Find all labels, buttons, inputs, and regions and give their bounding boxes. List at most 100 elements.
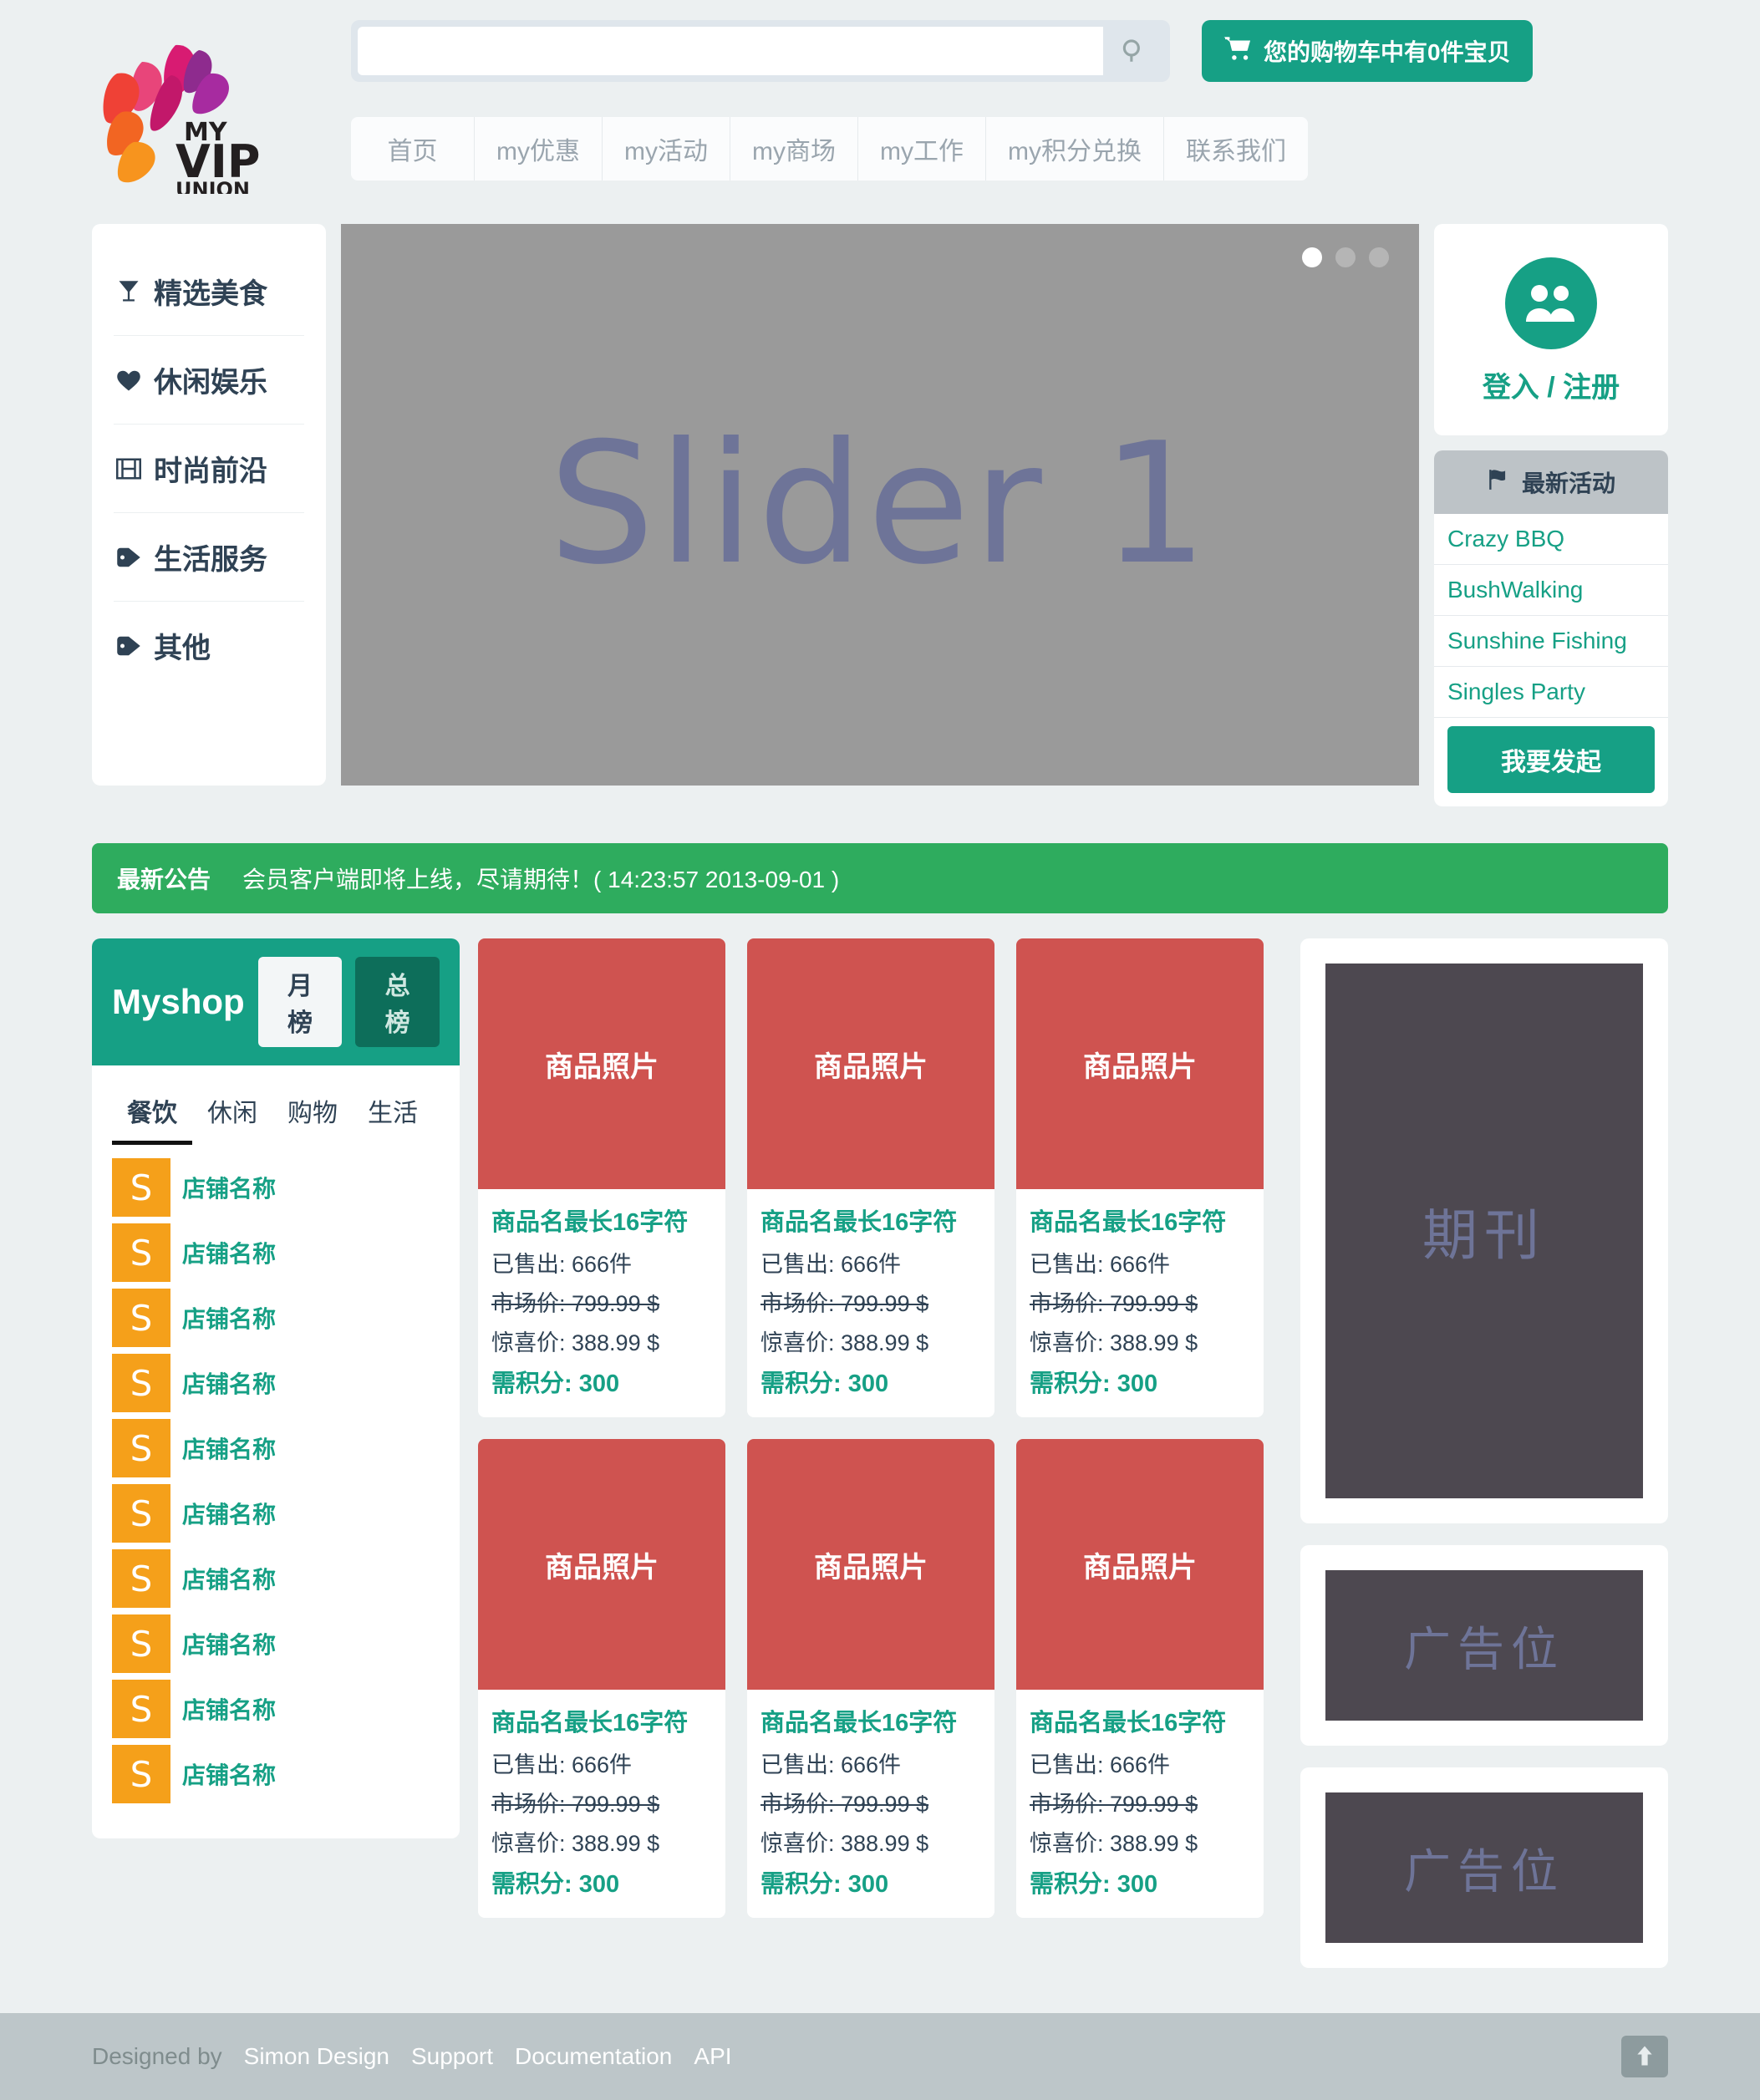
shop-logo: S (112, 1158, 170, 1217)
product-points: 需积分: 300 (491, 1871, 620, 1898)
list-item[interactable]: S 店铺名称 (112, 1745, 440, 1803)
content-row: Myshop 月榜 总榜 餐饮 休闲 购物 生活 S 店铺名称 S 店铺名称 S… (0, 913, 1760, 1968)
myshop-tabs: 餐饮 休闲 购物 生活 (92, 1065, 460, 1145)
nav-item-mall[interactable]: my商场 (730, 117, 858, 181)
product-points: 需积分: 300 (760, 1871, 889, 1898)
tab-shopping[interactable]: 购物 (272, 1087, 353, 1145)
ad-placeholder: 广告位 (1325, 1792, 1643, 1943)
sidebar-item-fashion[interactable]: 时尚前沿 (92, 425, 326, 512)
product-card[interactable]: 商品照片 商品名最长16字符 已售出: 666件 市场价: 799.99 $ 惊… (478, 1439, 725, 1918)
sidebar-item-food[interactable]: 精选美食 (92, 247, 326, 335)
announcement-title: 最新公告 (117, 867, 211, 892)
product-photo: 商品照片 (747, 1439, 994, 1690)
nav-item-home[interactable]: 首页 (351, 117, 475, 181)
product-body: 商品名最长16字符 已售出: 666件 市场价: 799.99 $ 惊喜价: 3… (1016, 1690, 1264, 1918)
list-item[interactable]: S 店铺名称 (112, 1484, 440, 1543)
product-sold: 已售出: 666件 (760, 1752, 902, 1777)
footer-link-support[interactable]: Support (411, 2043, 493, 2070)
footer-link-documentation[interactable]: Documentation (515, 2043, 672, 2070)
tab-life[interactable]: 生活 (353, 1087, 433, 1145)
nav-item-activities[interactable]: my活动 (603, 117, 730, 181)
footer-designed-by: Designed by (92, 2043, 222, 2069)
activity-item[interactable]: Singles Party (1434, 667, 1668, 718)
product-sold: 已售出: 666件 (1030, 1752, 1171, 1777)
journal-card[interactable]: 期刊 (1300, 938, 1668, 1523)
product-photo: 商品照片 (1016, 938, 1264, 1189)
ad-card-1[interactable]: 广告位 (1300, 1545, 1668, 1746)
shop-name: 店铺名称 (182, 1176, 277, 1202)
nav-item-work[interactable]: my工作 (858, 117, 986, 181)
search-input[interactable] (358, 27, 1103, 75)
product-sale-price: 惊喜价: 388.99 $ (1030, 1831, 1198, 1856)
list-item[interactable]: S 店铺名称 (112, 1614, 440, 1673)
login-register-card[interactable]: 登入 / 注册 (1434, 224, 1668, 435)
users-icon (1505, 257, 1597, 349)
journal-placeholder: 期刊 (1325, 964, 1643, 1498)
myshop-title: Myshop (112, 982, 245, 1021)
list-item[interactable]: S 店铺名称 (112, 1419, 440, 1477)
slider-dot-3[interactable] (1369, 247, 1389, 267)
shop-name: 店铺名称 (182, 1632, 277, 1658)
hero-slider[interactable]: Slider 1 (341, 224, 1419, 786)
activity-item[interactable]: BushWalking (1434, 565, 1668, 616)
heart-icon (114, 369, 144, 392)
list-item[interactable]: S 店铺名称 (112, 1680, 440, 1738)
shop-name: 店铺名称 (182, 1241, 277, 1267)
product-market-price: 市场价: 799.99 $ (491, 1291, 660, 1316)
tab-leisure[interactable]: 休闲 (192, 1087, 272, 1145)
activity-item[interactable]: Crazy BBQ (1434, 514, 1668, 565)
product-card[interactable]: 商品照片 商品名最长16字符 已售出: 666件 市场价: 799.99 $ 惊… (747, 938, 994, 1417)
sidebar-item-leisure[interactable]: 休闲娱乐 (92, 336, 326, 424)
product-photo: 商品照片 (747, 938, 994, 1189)
nav-item-points-exchange[interactable]: my积分兑换 (986, 117, 1164, 181)
shop-name: 店铺名称 (182, 1697, 277, 1723)
tag-icon (114, 635, 144, 657)
sidebar-item-label: 其他 (154, 633, 211, 664)
list-item[interactable]: S 店铺名称 (112, 1223, 440, 1282)
sidebar-item-label: 休闲娱乐 (154, 367, 267, 399)
sidebar-item-life-services[interactable]: 生活服务 (92, 513, 326, 601)
list-item[interactable]: S 店铺名称 (112, 1289, 440, 1347)
start-activity-button[interactable]: 我要发起 (1447, 726, 1655, 793)
sidebar-item-label: 生活服务 (154, 544, 267, 576)
product-points: 需积分: 300 (760, 1370, 889, 1397)
ad-card-2[interactable]: 广告位 (1300, 1767, 1668, 1968)
search-button[interactable] (1103, 27, 1163, 75)
category-sidebar: 精选美食 休闲娱乐 时尚前沿 生活服务 其他 (92, 224, 326, 786)
cart-button[interactable]: 您的购物车中有0件宝贝 (1202, 20, 1533, 82)
shop-logo: S (112, 1419, 170, 1477)
latest-activities-title: 最新活动 (1521, 470, 1615, 496)
product-card[interactable]: 商品照片 商品名最长16字符 已售出: 666件 市场价: 799.99 $ 惊… (478, 938, 725, 1417)
announcement-bar: 最新公告 会员客户端即将上线，尽请期待！( 14:23:57 2013-09-0… (92, 843, 1668, 913)
rank-month-button[interactable]: 月榜 (257, 957, 343, 1047)
shop-logo: S (112, 1680, 170, 1738)
shop-name: 店铺名称 (182, 1567, 277, 1593)
product-card[interactable]: 商品照片 商品名最长16字符 已售出: 666件 市场价: 799.99 $ 惊… (1016, 938, 1264, 1417)
product-grid: 商品照片 商品名最长16字符 已售出: 666件 市场价: 799.99 $ 惊… (478, 938, 1282, 1918)
tab-dining[interactable]: 餐饮 (112, 1087, 192, 1145)
slider-dot-2[interactable] (1335, 247, 1356, 267)
product-body: 商品名最长16字符 已售出: 666件 市场价: 799.99 $ 惊喜价: 3… (478, 1690, 725, 1918)
activity-item[interactable]: Sunshine Fishing (1434, 616, 1668, 667)
scroll-to-top-button[interactable] (1621, 2036, 1668, 2077)
rank-total-button[interactable]: 总榜 (355, 957, 440, 1047)
list-item[interactable]: S 店铺名称 (112, 1354, 440, 1412)
footer-author-link[interactable]: Simon Design (244, 2043, 389, 2070)
slider-dot-1[interactable] (1302, 247, 1322, 267)
product-card[interactable]: 商品照片 商品名最长16字符 已售出: 666件 市场价: 799.99 $ 惊… (1016, 1439, 1264, 1918)
top-row: 精选美食 休闲娱乐 时尚前沿 生活服务 其他 Slider 1 登入 / 注册 … (0, 224, 1760, 806)
product-sale-price: 惊喜价: 388.99 $ (491, 1831, 660, 1856)
brand-logo[interactable]: MY VIP UNION (92, 35, 276, 194)
product-points: 需积分: 300 (491, 1370, 620, 1397)
product-name: 商品名最长16字符 (760, 1209, 958, 1236)
list-item[interactable]: S 店铺名称 (112, 1158, 440, 1217)
product-sale-price: 惊喜价: 388.99 $ (491, 1330, 660, 1355)
cart-label: 您的购物车中有0件宝贝 (1264, 39, 1511, 65)
logo-area[interactable]: MY VIP UNION (92, 20, 343, 194)
nav-item-contact[interactable]: 联系我们 (1164, 117, 1308, 181)
product-card[interactable]: 商品照片 商品名最长16字符 已售出: 666件 市场价: 799.99 $ 惊… (747, 1439, 994, 1918)
nav-item-deals[interactable]: my优惠 (475, 117, 603, 181)
footer-link-api[interactable]: API (694, 2043, 731, 2070)
sidebar-item-other[interactable]: 其他 (92, 602, 326, 689)
list-item[interactable]: S 店铺名称 (112, 1549, 440, 1608)
